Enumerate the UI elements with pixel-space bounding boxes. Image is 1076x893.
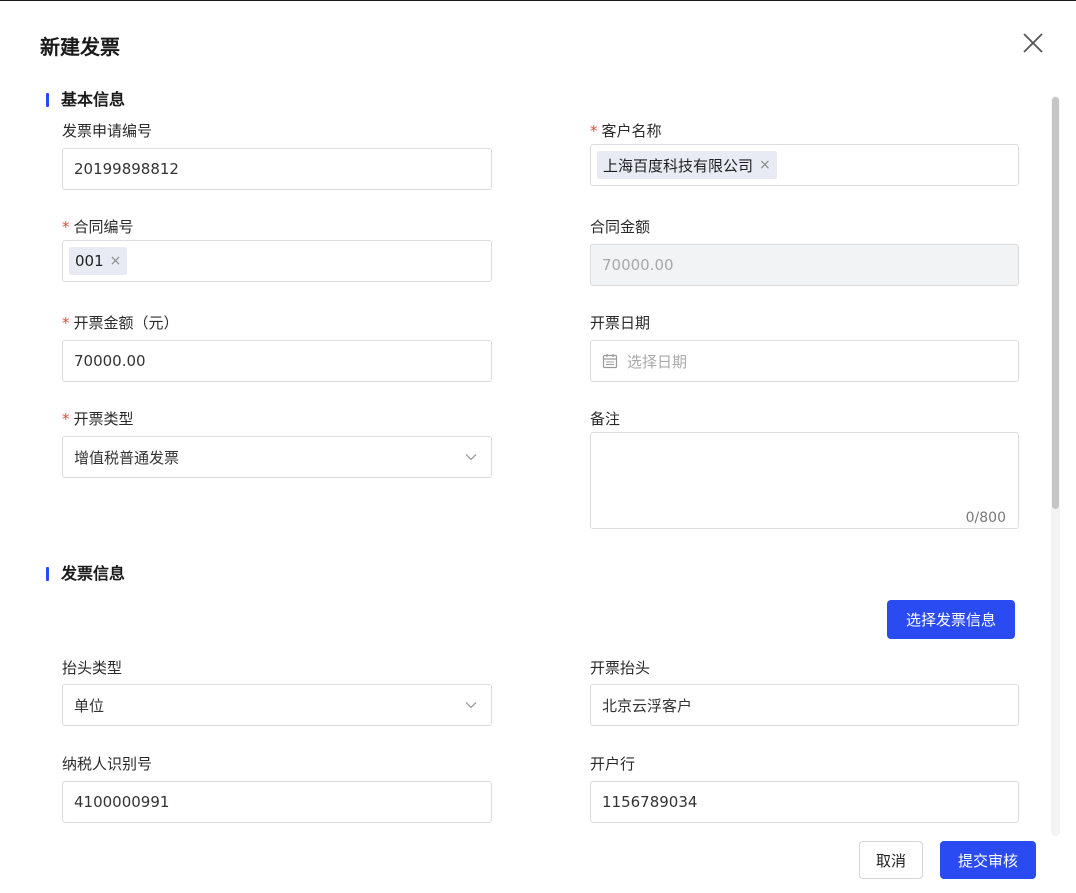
customer-tag: 上海百度科技有限公司 × xyxy=(597,151,777,179)
taxpayer-id-value: 4100000991 xyxy=(74,793,170,811)
bank-label: 开户行 xyxy=(590,755,636,773)
taxpayer-id-label: 纳税人识别号 xyxy=(62,755,153,773)
invoice-date-label: 开票日期 xyxy=(590,314,651,332)
taxpayer-id-input[interactable]: 4100000991 xyxy=(62,781,492,823)
close-icon xyxy=(1023,33,1043,53)
tag-remove-button[interactable]: × xyxy=(759,157,771,173)
scrollbar-thumb[interactable] xyxy=(1052,97,1059,509)
top-border xyxy=(0,0,1076,1)
customer-name-select[interactable]: 上海百度科技有限公司 × xyxy=(590,144,1019,186)
bank-input[interactable]: 1156789034 xyxy=(590,781,1019,823)
submit-review-button[interactable]: 提交审核 xyxy=(940,841,1036,879)
tag-remove-button[interactable]: × xyxy=(110,253,122,269)
application-no-label: 发票申请编号 xyxy=(62,122,153,140)
invoice-date-picker[interactable]: 选择日期 xyxy=(590,340,1019,382)
required-mark: * xyxy=(590,122,598,140)
required-mark: * xyxy=(62,410,70,428)
section-title-invoice: 发票信息 xyxy=(46,564,125,584)
invoice-type-label: * 开票类型 xyxy=(62,410,134,428)
contract-amount-input: 70000.00 xyxy=(590,244,1019,286)
invoice-amount-input[interactable]: 70000.00 xyxy=(62,340,492,382)
dialog-title: 新建发票 xyxy=(40,35,120,59)
bank-value: 1156789034 xyxy=(602,793,698,811)
cancel-button[interactable]: 取消 xyxy=(859,841,923,879)
section-title-basic: 基本信息 xyxy=(46,90,125,110)
title-type-select[interactable]: 单位 xyxy=(62,684,492,726)
invoice-amount-value: 70000.00 xyxy=(74,352,146,370)
remark-textarea[interactable]: 0/800 xyxy=(590,432,1019,529)
required-mark: * xyxy=(62,314,70,332)
invoice-title-label: 开票抬头 xyxy=(590,659,651,677)
invoice-type-value: 增值税普通发票 xyxy=(74,448,180,467)
title-type-value: 单位 xyxy=(74,696,105,715)
chevron-down-icon xyxy=(465,454,477,461)
close-button[interactable] xyxy=(1020,30,1046,56)
contract-amount-label: 合同金额 xyxy=(590,218,651,236)
calendar-icon xyxy=(602,354,618,369)
application-no-value: 20199898812 xyxy=(74,160,179,178)
remark-char-counter: 0/800 xyxy=(965,510,1006,526)
remark-label: 备注 xyxy=(590,410,621,428)
title-type-label: 抬头类型 xyxy=(62,659,123,677)
customer-name-label: * 客户名称 xyxy=(590,122,662,140)
invoice-title-input[interactable]: 北京云浮客户 xyxy=(590,684,1019,726)
contract-amount-value: 70000.00 xyxy=(602,256,674,274)
contract-tag: 001 × xyxy=(69,247,128,275)
select-invoice-info-button[interactable]: 选择发票信息 xyxy=(887,600,1015,639)
invoice-title-value: 北京云浮客户 xyxy=(602,696,693,715)
chevron-down-icon xyxy=(465,702,477,709)
invoice-date-placeholder: 选择日期 xyxy=(627,352,688,371)
required-mark: * xyxy=(62,218,70,236)
invoice-amount-label: * 开票金额（元） xyxy=(62,314,179,332)
contract-no-label: * 合同编号 xyxy=(62,218,134,236)
application-no-input[interactable]: 20199898812 xyxy=(62,148,492,190)
contract-no-select[interactable]: 001 × xyxy=(62,240,492,282)
invoice-type-select[interactable]: 增值税普通发票 xyxy=(62,436,492,478)
